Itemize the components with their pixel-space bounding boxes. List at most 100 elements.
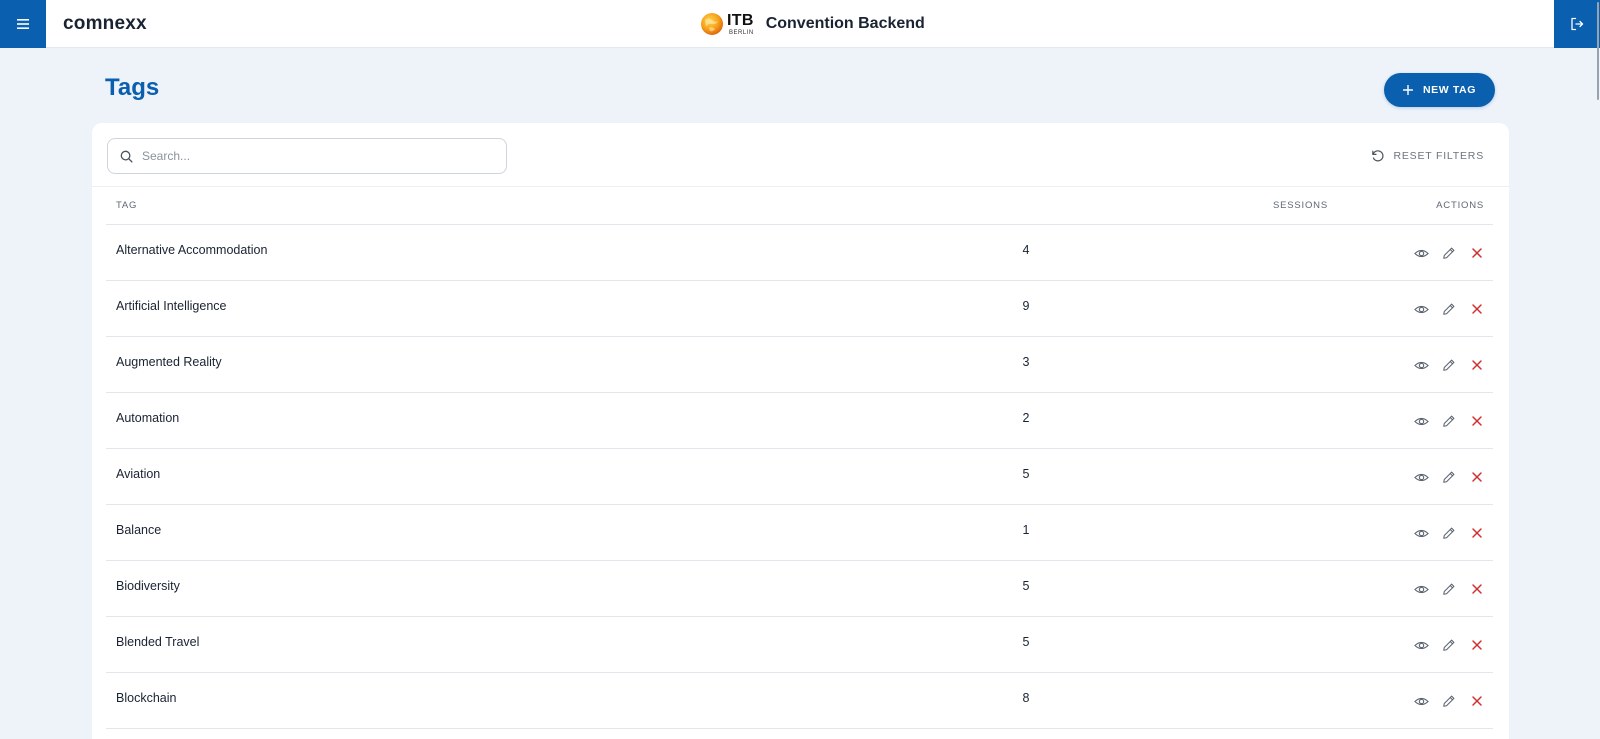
- close-icon: [1472, 584, 1482, 594]
- edit-button[interactable]: [1441, 357, 1457, 373]
- pencil-icon: [1443, 415, 1455, 427]
- delete-button[interactable]: [1469, 245, 1485, 261]
- row-actions: [1413, 673, 1485, 729]
- tag-name: Biodiversity: [116, 579, 180, 593]
- reset-filters-button[interactable]: RESET FILTERS: [1371, 146, 1484, 166]
- table-row[interactable]: Biodiversity 5: [106, 561, 1493, 617]
- session-count: 8: [1022, 691, 1030, 705]
- search-box[interactable]: [107, 138, 507, 174]
- session-count: 2: [1022, 411, 1030, 425]
- top-bar: comnexx ITB BERLIN Convention Backend: [0, 0, 1600, 48]
- close-icon: [1472, 416, 1482, 426]
- tag-name: Aviation: [116, 467, 161, 481]
- view-button[interactable]: [1413, 357, 1429, 373]
- scrollbar-thumb[interactable]: [1597, 2, 1599, 100]
- table-body: Alternative Accommodation 4 Artificial I…: [106, 225, 1493, 729]
- table-row[interactable]: Artificial Intelligence 9: [106, 281, 1493, 337]
- session-count: 4: [1022, 243, 1030, 257]
- session-count: 5: [1022, 635, 1030, 649]
- view-button[interactable]: [1413, 301, 1429, 317]
- eye-icon: [1413, 473, 1429, 481]
- close-icon: [1472, 304, 1482, 314]
- eye-icon: [1413, 305, 1429, 313]
- table-row[interactable]: Blockchain 8: [106, 673, 1493, 729]
- delete-button[interactable]: [1469, 693, 1485, 709]
- eye-icon: [1413, 585, 1429, 593]
- table-row[interactable]: Alternative Accommodation 4: [106, 225, 1493, 281]
- view-button[interactable]: [1413, 581, 1429, 597]
- session-count: 5: [1022, 579, 1030, 593]
- view-button[interactable]: [1413, 245, 1429, 261]
- page-title: Tags: [105, 74, 160, 101]
- edit-button[interactable]: [1441, 245, 1457, 261]
- pencil-icon: [1443, 471, 1455, 483]
- hamburger-icon: [17, 19, 29, 29]
- logout-icon: [1571, 17, 1584, 31]
- view-button[interactable]: [1413, 413, 1429, 429]
- edit-button[interactable]: [1441, 413, 1457, 429]
- search-input[interactable]: [142, 149, 482, 163]
- edit-button[interactable]: [1441, 525, 1457, 541]
- close-icon: [1472, 360, 1482, 370]
- delete-button[interactable]: [1469, 357, 1485, 373]
- tag-name: Alternative Accommodation: [116, 243, 268, 257]
- tag-name: Artificial Intelligence: [116, 299, 227, 313]
- itb-logo: ITB BERLIN: [700, 12, 754, 36]
- delete-button[interactable]: [1469, 469, 1485, 485]
- row-actions: [1413, 225, 1485, 281]
- table-row[interactable]: Augmented Reality 3: [106, 337, 1493, 393]
- eye-icon: [1413, 529, 1429, 537]
- pencil-icon: [1443, 695, 1455, 707]
- pencil-icon: [1443, 583, 1455, 595]
- view-button[interactable]: [1413, 693, 1429, 709]
- logo-itb-text: ITB: [727, 11, 754, 29]
- table-row[interactable]: Blended Travel 5: [106, 617, 1493, 673]
- close-icon: [1472, 528, 1482, 538]
- menu-button[interactable]: [0, 0, 46, 48]
- new-tag-button[interactable]: NEW TAG: [1384, 73, 1495, 107]
- row-actions: [1413, 449, 1485, 505]
- globe-icon: [701, 13, 723, 35]
- logout-button[interactable]: [1554, 0, 1600, 48]
- delete-button[interactable]: [1469, 581, 1485, 597]
- edit-button[interactable]: [1441, 469, 1457, 485]
- table-row[interactable]: Automation 2: [106, 393, 1493, 449]
- close-icon: [1472, 640, 1482, 650]
- delete-button[interactable]: [1469, 637, 1485, 653]
- table-row[interactable]: Balance 1: [106, 505, 1493, 561]
- edit-button[interactable]: [1441, 301, 1457, 317]
- tag-name: Automation: [116, 411, 180, 425]
- eye-icon: [1413, 249, 1429, 257]
- view-button[interactable]: [1413, 469, 1429, 485]
- row-actions: [1413, 561, 1485, 617]
- pencil-icon: [1443, 527, 1455, 539]
- app-header: ITB BERLIN Convention Backend: [700, 0, 925, 48]
- session-count: 5: [1022, 467, 1030, 481]
- view-button[interactable]: [1413, 637, 1429, 653]
- tag-name: Balance: [116, 523, 162, 537]
- page-scrollbar[interactable]: [1596, 0, 1600, 739]
- tag-name: Blockchain: [116, 691, 177, 705]
- row-actions: [1413, 617, 1485, 673]
- delete-button[interactable]: [1469, 413, 1485, 429]
- pencil-icon: [1443, 639, 1455, 651]
- delete-button[interactable]: [1469, 301, 1485, 317]
- delete-button[interactable]: [1469, 525, 1485, 541]
- tag-name: Augmented Reality: [116, 355, 222, 369]
- row-actions: [1413, 281, 1485, 337]
- edit-button[interactable]: [1441, 693, 1457, 709]
- session-count: 1: [1022, 523, 1030, 537]
- edit-button[interactable]: [1441, 637, 1457, 653]
- view-button[interactable]: [1413, 525, 1429, 541]
- tags-card: RESET FILTERS TAG SESSIONS ACTIONS Alter…: [92, 123, 1509, 739]
- logo-city-text: BERLIN: [729, 29, 754, 36]
- table-row[interactable]: Aviation 5: [106, 449, 1493, 505]
- column-header-sessions[interactable]: SESSIONS: [1273, 187, 1328, 225]
- row-actions: [1413, 337, 1485, 393]
- pencil-icon: [1443, 359, 1455, 371]
- edit-button[interactable]: [1441, 581, 1457, 597]
- search-icon: [120, 150, 133, 163]
- close-icon: [1472, 696, 1482, 706]
- session-count: 9: [1022, 299, 1030, 313]
- column-header-tag[interactable]: TAG: [116, 187, 137, 225]
